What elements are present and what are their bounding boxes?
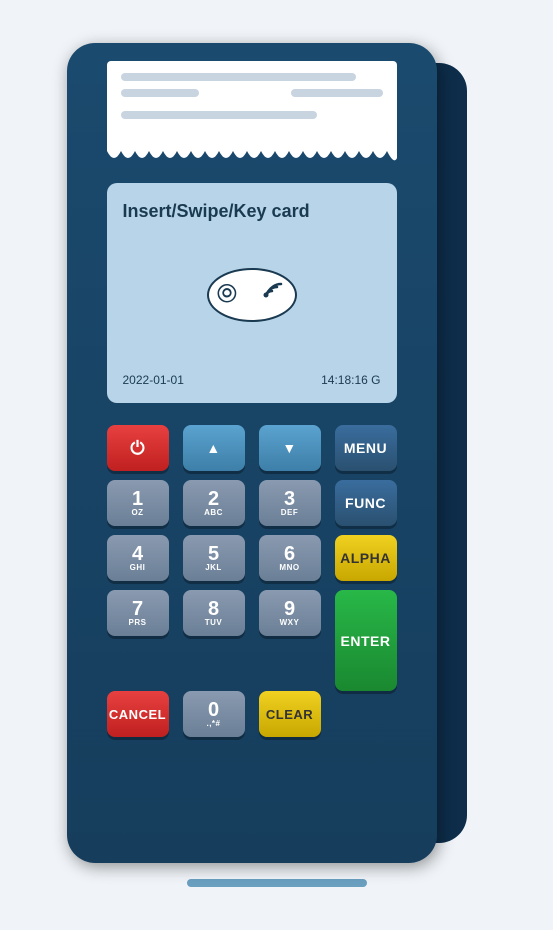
key-7-button[interactable]: 7 PRS (107, 590, 169, 636)
receipt-row (121, 89, 383, 97)
key-9-button[interactable]: 9 WXY (259, 590, 321, 636)
screen: Insert/Swipe/Key card ⦾ 2022-01-01 14: (107, 183, 397, 403)
key-6-button[interactable]: 6 MNO (259, 535, 321, 581)
receipt-line-2 (121, 89, 200, 97)
cancel-button[interactable]: CANCEL (107, 691, 169, 737)
receipt-line-1 (121, 73, 357, 81)
nfc-icon: ⦾ (216, 278, 286, 311)
screen-prompt: Insert/Swipe/Key card (123, 199, 381, 224)
up-arrow-button[interactable]: ▲ (183, 425, 245, 471)
nfc-oval: ⦾ (207, 268, 297, 322)
terminal-wrapper: Insert/Swipe/Key card ⦾ 2022-01-01 14: (67, 43, 487, 863)
alpha-button[interactable]: ALPHA (335, 535, 397, 581)
key-1-button[interactable]: 1 OZ (107, 480, 169, 526)
screen-time: 14:18:16 G (321, 373, 380, 387)
screen-date: 2022-01-01 (123, 373, 184, 387)
clear-button[interactable]: CLEAR (259, 691, 321, 737)
key-3-button[interactable]: 3 DEF (259, 480, 321, 526)
receipt-paper (107, 61, 397, 151)
enter-button[interactable]: ENTER (335, 590, 397, 691)
receipt-area (107, 61, 397, 165)
key-row-3: 7 PRS 8 TUV 9 WXY ENTER (107, 590, 397, 691)
bottom-bar (187, 879, 367, 887)
key-row-1: 1 OZ 2 ABC 3 DEF FUNC (107, 480, 397, 526)
nfc-icon-area: ⦾ (123, 268, 381, 322)
terminal-body: Insert/Swipe/Key card ⦾ 2022-01-01 14: (67, 43, 437, 863)
key-row-0: ⏻ ▲ ▼ MENU (107, 425, 397, 471)
key-row-4: CANCEL 0 .,*# CLEAR (107, 691, 397, 737)
receipt-line-4 (121, 111, 318, 119)
key-0-button[interactable]: 0 .,*# (183, 691, 245, 737)
down-arrow-button[interactable]: ▼ (259, 425, 321, 471)
receipt-line-3 (291, 89, 383, 97)
screen-footer: 2022-01-01 14:18:16 G (123, 373, 381, 387)
func-button[interactable]: FUNC (335, 480, 397, 526)
key-5-button[interactable]: 5 JKL (183, 535, 245, 581)
key-2-button[interactable]: 2 ABC (183, 480, 245, 526)
key-row-2: 4 GHI 5 JKL 6 MNO ALPHA (107, 535, 397, 581)
menu-button[interactable]: MENU (335, 425, 397, 471)
receipt-bottom (107, 151, 397, 165)
power-button[interactable]: ⏻ (107, 425, 169, 471)
key-4-button[interactable]: 4 GHI (107, 535, 169, 581)
enter-spacer (335, 691, 397, 737)
key-8-button[interactable]: 8 TUV (183, 590, 245, 636)
keypad: ⏻ ▲ ▼ MENU 1 OZ 2 ABC 3 DEF FUNC (107, 425, 397, 737)
